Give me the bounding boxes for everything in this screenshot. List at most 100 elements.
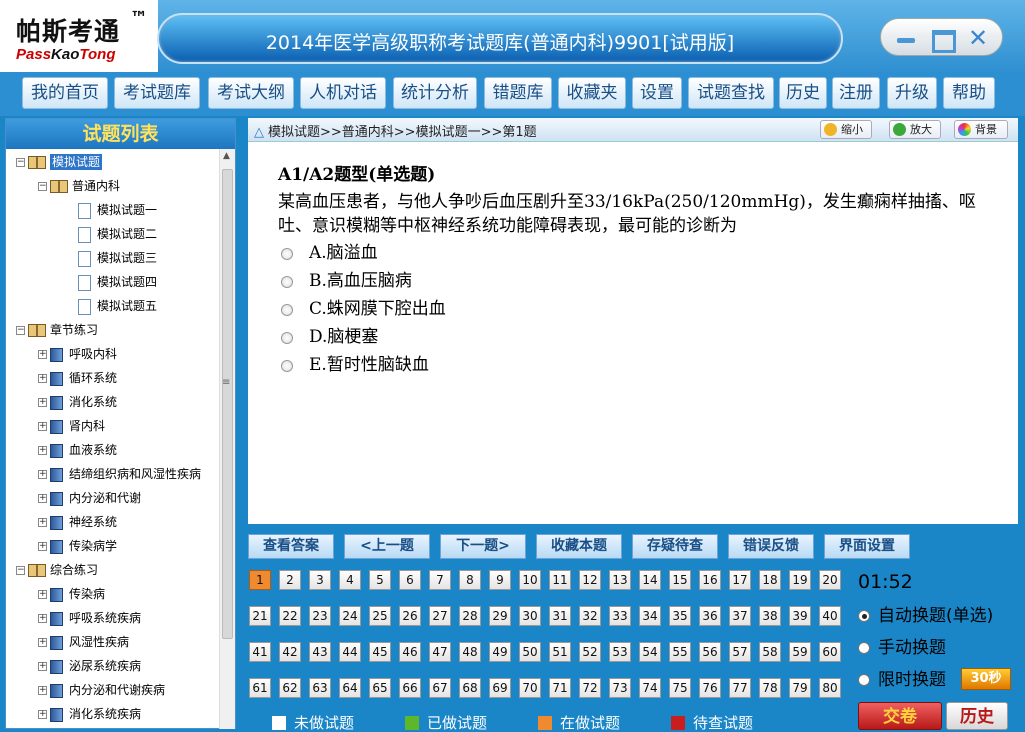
expand-icon[interactable]: + <box>38 374 47 383</box>
menu-item[interactable]: 历史 <box>779 77 827 109</box>
minimize-icon[interactable] <box>895 28 917 48</box>
question-number[interactable]: 26 <box>399 606 421 626</box>
answer-option[interactable]: B.高血压脑病 <box>281 269 412 293</box>
expand-icon[interactable]: + <box>38 710 47 719</box>
question-number[interactable]: 60 <box>819 642 841 662</box>
question-number[interactable]: 31 <box>549 606 571 626</box>
question-number[interactable]: 5 <box>369 570 391 590</box>
expand-icon[interactable]: + <box>38 614 47 623</box>
question-number[interactable]: 1 <box>249 570 271 590</box>
question-number[interactable]: 34 <box>639 606 661 626</box>
question-number[interactable]: 73 <box>609 678 631 698</box>
mode-option[interactable]: 限时换题 <box>858 668 946 692</box>
answer-option[interactable]: E.暂时性脑缺血 <box>281 353 429 377</box>
question-number[interactable]: 39 <box>789 606 811 626</box>
expand-icon[interactable]: + <box>38 590 47 599</box>
question-number[interactable]: 23 <box>309 606 331 626</box>
action-button[interactable]: 存疑待查 <box>632 534 718 559</box>
question-number[interactable]: 32 <box>579 606 601 626</box>
radio-icon[interactable] <box>281 247 293 260</box>
action-button[interactable]: 收藏本题 <box>536 534 622 559</box>
tree-node[interactable]: 模拟试题四 <box>76 272 157 292</box>
action-button[interactable]: 错误反馈 <box>728 534 814 559</box>
radio-icon[interactable] <box>858 674 870 686</box>
question-number[interactable]: 46 <box>399 642 421 662</box>
question-number[interactable]: 14 <box>639 570 661 590</box>
question-number[interactable]: 43 <box>309 642 331 662</box>
menu-item[interactable]: 试题查找 <box>688 77 774 109</box>
action-button[interactable]: <上一题 <box>344 534 430 559</box>
answer-option[interactable]: C.蛛网膜下腔出血 <box>281 297 446 321</box>
question-number[interactable]: 37 <box>729 606 751 626</box>
question-number[interactable]: 56 <box>699 642 721 662</box>
tree-node[interactable]: 模拟试题三 <box>76 248 157 268</box>
question-number[interactable]: 65 <box>369 678 391 698</box>
question-number[interactable]: 74 <box>639 678 661 698</box>
menu-item[interactable]: 考试大纲 <box>208 77 294 109</box>
expand-icon[interactable]: + <box>38 494 47 503</box>
question-number[interactable]: 71 <box>549 678 571 698</box>
tree-node[interactable]: + 循环系统 <box>38 368 117 388</box>
question-number[interactable]: 47 <box>429 642 451 662</box>
radio-icon[interactable] <box>281 331 293 344</box>
action-button[interactable]: 下一题> <box>440 534 526 559</box>
expand-icon[interactable]: + <box>38 686 47 695</box>
menu-item[interactable]: 升级 <box>887 77 937 109</box>
close-icon[interactable]: ✕ <box>967 26 989 50</box>
expand-icon[interactable]: + <box>38 446 47 455</box>
question-number[interactable]: 38 <box>759 606 781 626</box>
question-number[interactable]: 11 <box>549 570 571 590</box>
question-number[interactable]: 21 <box>249 606 271 626</box>
question-number[interactable]: 68 <box>459 678 481 698</box>
action-button[interactable]: 查看答案 <box>248 534 334 559</box>
question-number[interactable]: 72 <box>579 678 601 698</box>
question-number[interactable]: 80 <box>819 678 841 698</box>
question-number[interactable]: 17 <box>729 570 751 590</box>
maximize-icon[interactable] <box>931 28 956 53</box>
question-number[interactable]: 48 <box>459 642 481 662</box>
question-number[interactable]: 50 <box>519 642 541 662</box>
question-number[interactable]: 28 <box>459 606 481 626</box>
question-number[interactable]: 19 <box>789 570 811 590</box>
tree-node[interactable]: + 结缔组织病和风湿性疾病 <box>38 464 201 484</box>
menu-item[interactable]: 帮助 <box>943 77 995 109</box>
question-number[interactable]: 40 <box>819 606 841 626</box>
expand-icon[interactable]: + <box>38 542 47 551</box>
tree-node[interactable]: − 模拟试题 <box>16 152 103 172</box>
menu-item[interactable]: 设置 <box>632 77 682 109</box>
collapse-icon[interactable]: − <box>16 158 25 167</box>
expand-icon[interactable]: + <box>38 638 47 647</box>
scroll-up-icon[interactable]: ▲ <box>223 151 230 161</box>
question-number[interactable]: 22 <box>279 606 301 626</box>
question-number[interactable]: 76 <box>699 678 721 698</box>
radio-icon[interactable] <box>281 303 293 316</box>
radio-icon[interactable] <box>858 642 870 654</box>
tree-node[interactable]: − 普通内科 <box>38 176 120 196</box>
question-number[interactable]: 25 <box>369 606 391 626</box>
history-button[interactable]: 历史 <box>946 702 1008 730</box>
question-number[interactable]: 6 <box>399 570 421 590</box>
tree-node[interactable]: 模拟试题五 <box>76 296 157 316</box>
shrink-button[interactable]: 缩小 <box>820 120 872 139</box>
tree-node[interactable]: − 章节练习 <box>16 320 98 340</box>
tree-node[interactable]: + 呼吸内科 <box>38 344 117 364</box>
menu-item[interactable]: 注册 <box>832 77 880 109</box>
menu-item[interactable]: 人机对话 <box>300 77 386 109</box>
tree-node[interactable]: 模拟试题一 <box>76 200 157 220</box>
radio-icon[interactable] <box>281 359 293 372</box>
question-number[interactable]: 59 <box>789 642 811 662</box>
menu-item[interactable]: 统计分析 <box>393 77 477 109</box>
question-number[interactable]: 45 <box>369 642 391 662</box>
radio-icon[interactable] <box>281 275 293 288</box>
question-number[interactable]: 27 <box>429 606 451 626</box>
expand-icon[interactable]: + <box>38 518 47 527</box>
question-number[interactable]: 29 <box>489 606 511 626</box>
question-number[interactable]: 2 <box>279 570 301 590</box>
question-number[interactable]: 52 <box>579 642 601 662</box>
question-number[interactable]: 62 <box>279 678 301 698</box>
question-number[interactable]: 79 <box>789 678 811 698</box>
question-number[interactable]: 3 <box>309 570 331 590</box>
question-number[interactable]: 18 <box>759 570 781 590</box>
expand-icon[interactable]: + <box>38 350 47 359</box>
expand-icon[interactable]: + <box>38 398 47 407</box>
